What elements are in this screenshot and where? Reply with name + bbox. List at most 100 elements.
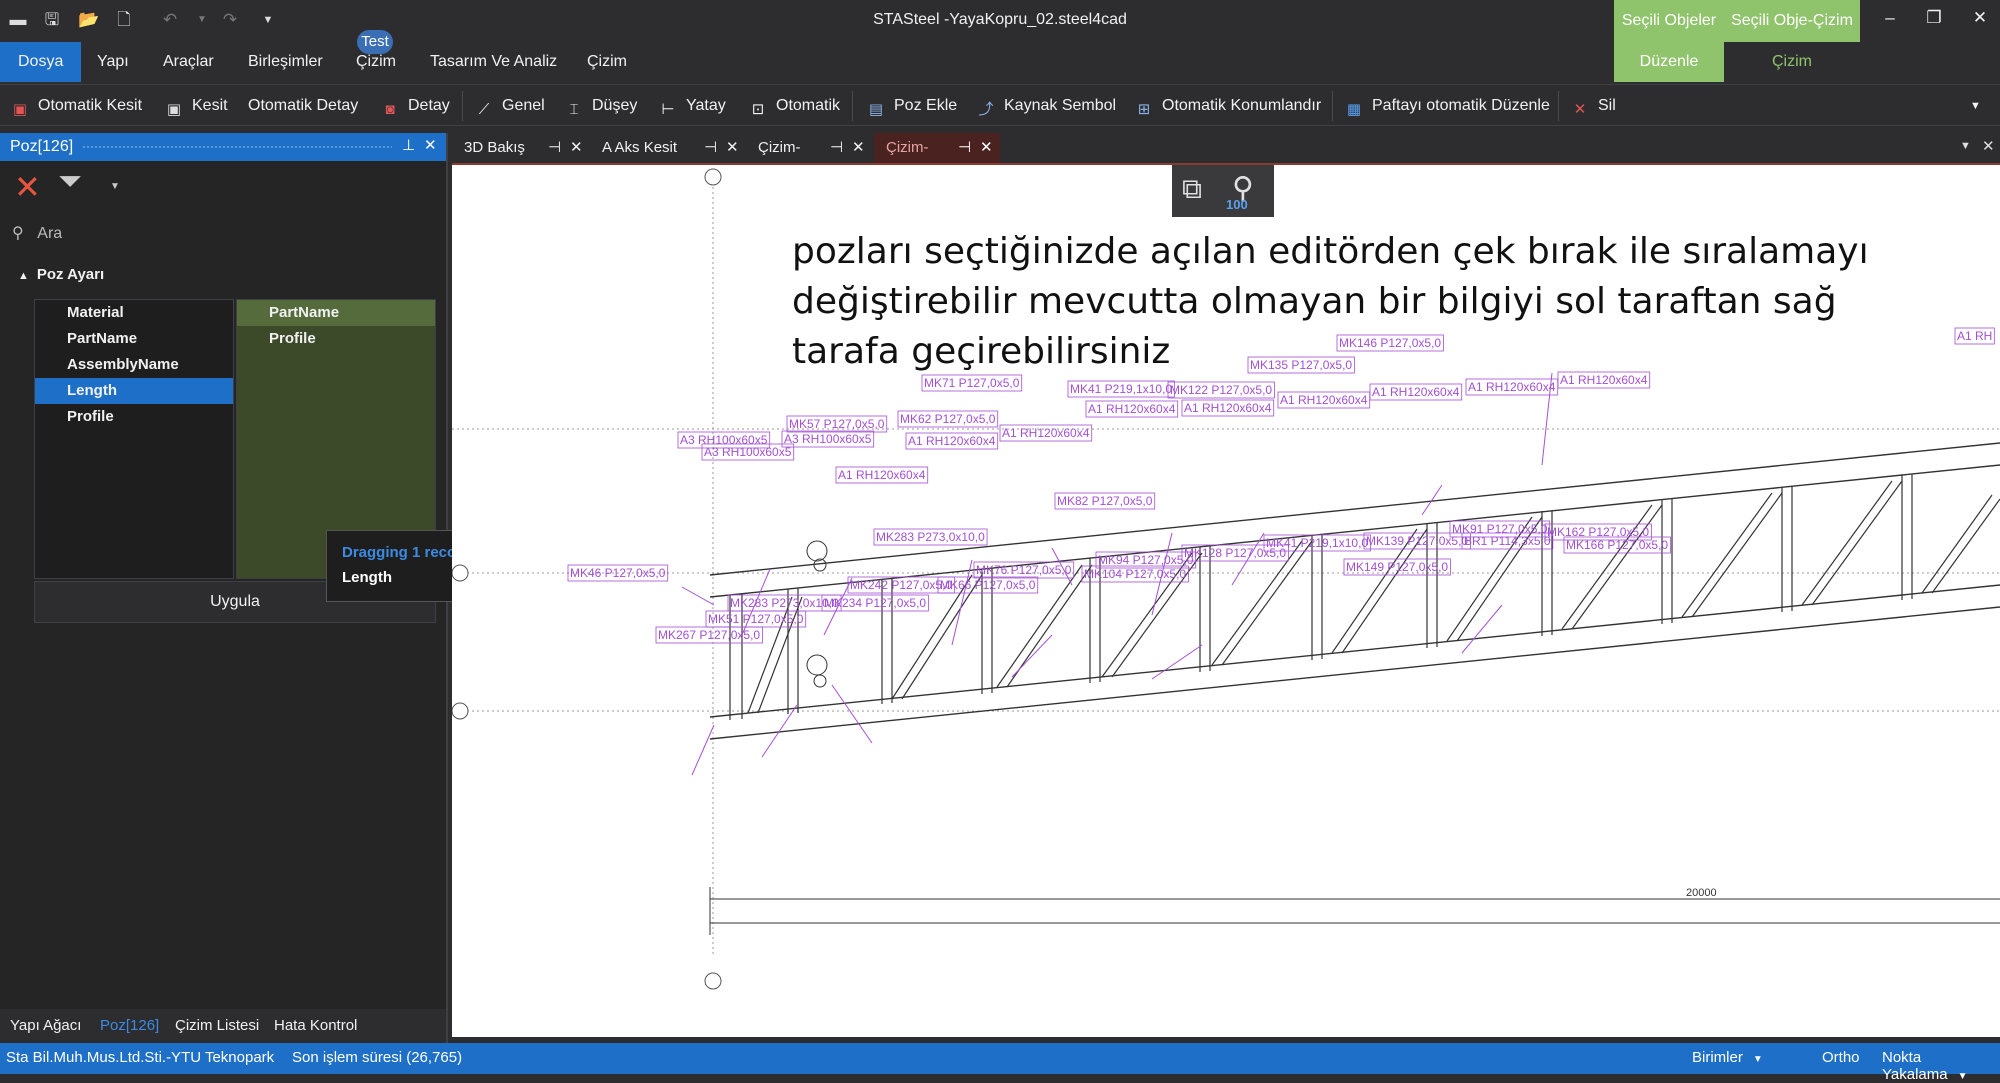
part-label[interactable]: MK51 P127,0x5,0 bbox=[708, 612, 804, 626]
pin-icon[interactable]: ⊥ bbox=[402, 136, 415, 154]
automatic-button[interactable]: ⊡ Otomatik bbox=[748, 93, 840, 119]
vertical-button[interactable]: ⌶ Düşey bbox=[564, 93, 637, 119]
search-input[interactable]: Ara bbox=[37, 225, 62, 242]
close-panel-icon[interactable]: ✕ bbox=[424, 136, 437, 154]
tab-positions[interactable]: Poz[126] bbox=[100, 1017, 159, 1034]
part-label[interactable]: MK166 P127,0x5,0 bbox=[1566, 538, 1668, 552]
part-label[interactable]: A3 RH100x60x5 bbox=[784, 432, 872, 446]
menu-structure[interactable]: Yapı bbox=[97, 42, 129, 82]
list-item[interactable]: PartName bbox=[35, 326, 233, 352]
menu-connections[interactable]: Birleşimler bbox=[248, 42, 323, 82]
close-tab-icon[interactable]: ✕ bbox=[980, 133, 993, 163]
part-label[interactable]: A1 RH120x60x4 bbox=[838, 468, 926, 482]
view-navigator[interactable]: ⧉ ⚲ 100 bbox=[1172, 165, 1274, 217]
list-item[interactable]: AssemblyName bbox=[35, 352, 233, 378]
part-label[interactable]: A1 RH120x60x4 bbox=[1372, 385, 1460, 399]
pin-icon[interactable]: ⊣ bbox=[548, 133, 561, 163]
clear-filter-icon[interactable]: ✕ bbox=[14, 168, 41, 206]
part-label[interactable]: MK94 P127,0x5,0 bbox=[1098, 553, 1194, 567]
horizontal-button[interactable]: ⊢ Yatay bbox=[658, 93, 725, 119]
tab-a-axis-section[interactable]: A Aks Kesit ⊣ ✕ bbox=[590, 133, 746, 163]
auto-arrange-sheet-button[interactable]: ▦ Paftayı otomatik Düzenle bbox=[1344, 93, 1550, 119]
close-tab-icon[interactable]: ✕ bbox=[570, 133, 583, 163]
part-label[interactable]: MK62 P127,0x5,0 bbox=[900, 412, 996, 426]
zoom-extents-icon[interactable]: ⧉ bbox=[1182, 173, 1202, 206]
auto-detail-button[interactable]: Otomatik Detay bbox=[248, 93, 358, 119]
units-dropdown[interactable]: Birimler ▼ bbox=[1692, 1049, 1763, 1066]
group-header[interactable]: ▲ Poz Ayarı bbox=[18, 266, 104, 283]
pin-icon[interactable]: ⊣ bbox=[830, 133, 843, 163]
list-item-selected[interactable]: Length bbox=[35, 378, 233, 404]
part-label[interactable]: MK41 P219,1x10,0 bbox=[1266, 536, 1368, 550]
tab-structure-tree[interactable]: Yapı Ağacı bbox=[10, 1017, 81, 1034]
part-label[interactable]: MK149 P127,0x5,0 bbox=[1346, 560, 1448, 574]
detail-button[interactable]: ◙ Detay bbox=[380, 93, 449, 119]
tab-drawing-2[interactable]: Çizim- ⊣ ✕ bbox=[874, 133, 1000, 163]
part-label[interactable]: MK57 P127,0x5,0 bbox=[789, 417, 885, 431]
tab-drawing-list[interactable]: Çizim Listesi bbox=[175, 1017, 259, 1034]
list-item[interactable]: Profile bbox=[237, 326, 435, 352]
part-label[interactable]: A1 RH120x60x4 bbox=[908, 434, 996, 448]
filter-icon[interactable]: ⏷ bbox=[58, 165, 82, 199]
part-label[interactable]: A1 RH bbox=[1957, 329, 1992, 343]
part-label[interactable]: A3 RH100x60x5 bbox=[704, 445, 792, 459]
tab-drawing-context[interactable]: Çizim bbox=[1724, 42, 1860, 82]
tab-error-check[interactable]: Hata Kontrol bbox=[274, 1017, 357, 1034]
context-tab-selected-objects[interactable]: Seçili Objeler bbox=[1614, 0, 1724, 42]
context-tab-selected-object-drawing[interactable]: Seçili Obje-Çizim bbox=[1724, 0, 1860, 42]
point-snap-dropdown[interactable]: Nokta Yakalama ▼ bbox=[1882, 1049, 2000, 1083]
close-window-icon[interactable]: ✕ bbox=[1960, 4, 2000, 32]
part-label[interactable]: A1 RH120x60x4 bbox=[1184, 401, 1272, 415]
part-label[interactable]: A1 RH120x60x4 bbox=[1002, 426, 1090, 440]
menu-tools[interactable]: Araçlar bbox=[163, 42, 214, 82]
minimize-icon[interactable]: – bbox=[1870, 4, 1910, 32]
close-tab-icon[interactable]: ✕ bbox=[726, 133, 739, 163]
part-label[interactable]: MK41 P219,1x10,0 bbox=[1070, 382, 1172, 396]
menu-file[interactable]: Dosya bbox=[0, 42, 82, 82]
tab-list-dropdown-icon[interactable]: ▼ bbox=[1960, 140, 1971, 152]
list-item[interactable]: Material bbox=[35, 300, 233, 326]
part-label[interactable]: MK46 P127,0x5,0 bbox=[570, 566, 666, 580]
restore-icon[interactable]: ❐ bbox=[1914, 4, 1954, 32]
auto-position-button[interactable]: ⊞ Otomatik Konumlandır bbox=[1134, 93, 1321, 119]
tab-drawing-1[interactable]: Çizim- ⊣ ✕ bbox=[746, 133, 872, 163]
weld-symbol-button[interactable]: ⤴ Kaynak Sembol bbox=[976, 93, 1116, 119]
part-label[interactable]: MK234 P127,0x5,0 bbox=[824, 596, 926, 610]
drawing-canvas[interactable]: MK146 P127,0x5,0 A1 RH MK135 P127,0x5,0 MK7… bbox=[452, 163, 2000, 1037]
part-label[interactable]: BR1 P114,3x5,0 bbox=[1464, 534, 1551, 548]
section-button[interactable]: ▣ Kesit bbox=[164, 93, 228, 119]
part-label[interactable]: MK104 P127,0x5,0 bbox=[1084, 567, 1186, 581]
menu-design-analysis[interactable]: Tasarım Ve Analiz bbox=[430, 42, 557, 82]
auto-section-button[interactable]: ▣ Otomatik Kesit bbox=[10, 93, 142, 119]
delete-button[interactable]: ✕ Sil bbox=[1570, 93, 1616, 119]
menu-drawing[interactable]: Çizim bbox=[587, 42, 627, 82]
add-position-button[interactable]: ▤ Poz Ekle bbox=[866, 93, 957, 119]
part-label[interactable]: MK66 P127,0x5,0 bbox=[940, 578, 1036, 592]
pin-icon[interactable]: ⊣ bbox=[704, 133, 717, 163]
part-label[interactable]: MK267 P127,0x5,0 bbox=[658, 628, 760, 642]
search-row[interactable]: ⚲ Ara bbox=[12, 223, 62, 243]
list-item[interactable]: Profile bbox=[35, 404, 233, 430]
list-item[interactable]: PartName bbox=[237, 300, 435, 326]
part-label[interactable]: MK139 P127,0x5,0 bbox=[1366, 534, 1468, 548]
part-label[interactable]: MK71 P127,0x5,0 bbox=[924, 376, 1020, 390]
tab-3d-view[interactable]: 3D Bakış ⊣ ✕ bbox=[452, 133, 590, 163]
part-label[interactable]: MK242 P127,0x5,0 bbox=[850, 578, 952, 592]
ortho-toggle[interactable]: Ortho bbox=[1822, 1049, 1860, 1066]
part-label[interactable]: MK76 P127,0x5,0 bbox=[976, 563, 1072, 577]
part-label[interactable]: A1 RH120x60x4 bbox=[1280, 393, 1368, 407]
tab-edit[interactable]: Düzenle bbox=[1614, 42, 1724, 82]
weld-symbol-icon: ⤴ bbox=[978, 101, 994, 118]
part-label[interactable]: MK82 P127,0x5,0 bbox=[1057, 494, 1153, 508]
part-label[interactable]: MK283 P273,0x10,0 bbox=[730, 596, 839, 610]
ribbon-expand-icon[interactable]: ▼ bbox=[1970, 93, 1981, 119]
general-button[interactable]: ⟋ Genel bbox=[474, 93, 545, 119]
pin-icon[interactable]: ⊣ bbox=[958, 133, 971, 163]
part-label[interactable]: MK283 P273,0x10,0 bbox=[876, 530, 985, 544]
part-label[interactable]: MK122 P127,0x5,0 bbox=[1170, 383, 1272, 397]
close-document-icon[interactable]: ✕ bbox=[1982, 137, 1995, 155]
part-label[interactable]: A1 RH120x60x4 bbox=[1088, 402, 1176, 416]
filter-dropdown-icon[interactable]: ▼ bbox=[110, 181, 120, 192]
part-label[interactable]: A1 RH120x60x4 bbox=[1468, 380, 1556, 394]
close-tab-icon[interactable]: ✕ bbox=[852, 133, 865, 163]
